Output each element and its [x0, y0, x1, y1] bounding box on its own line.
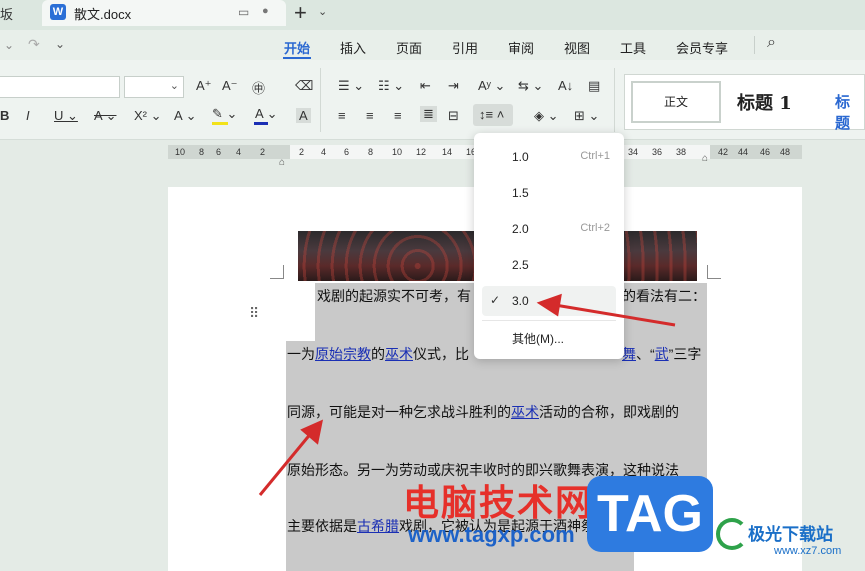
watermark-logo-name: 极光下载站 [748, 525, 833, 544]
arrow-to-selection [258, 431, 314, 496]
watermark-logo-url: www.xz7.com [774, 545, 842, 557]
arrow-head-icon [536, 293, 562, 317]
watermark-site-url: www.tagxp.com [408, 522, 575, 547]
watermark-tag-logo: TAG [587, 476, 713, 552]
aurora-logo-icon [716, 518, 748, 550]
arrow-to-3-0 [554, 303, 676, 327]
watermark-site-name: 电脑技术网 [403, 482, 594, 523]
